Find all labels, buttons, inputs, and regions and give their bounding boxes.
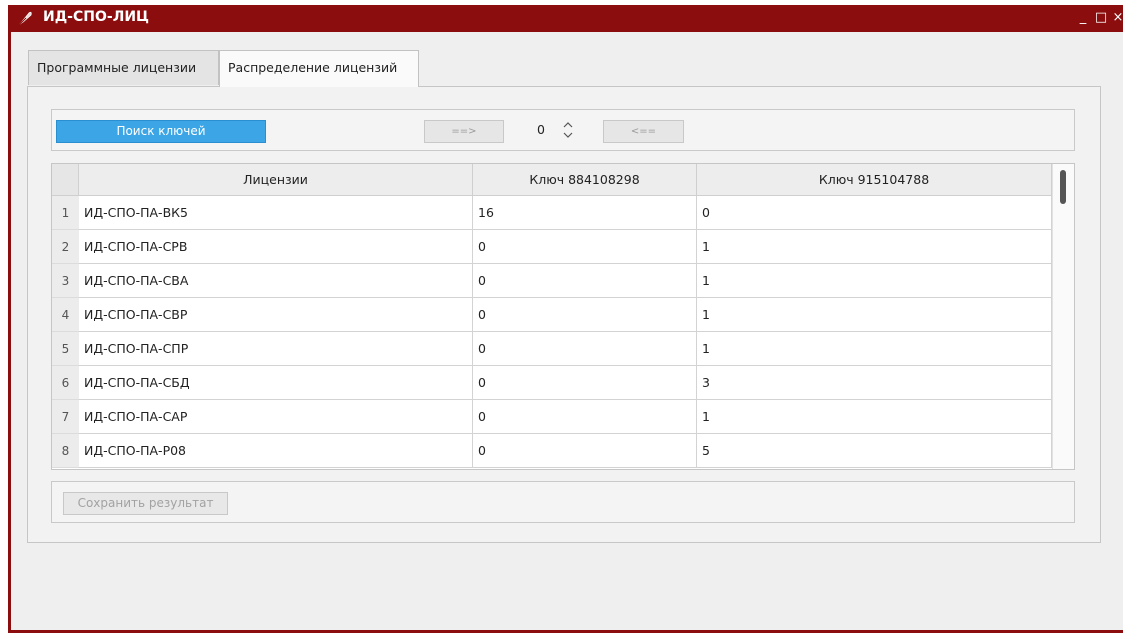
key1-cell[interactable]: 0 xyxy=(473,298,697,332)
minimize-button[interactable]: _ xyxy=(1075,9,1091,27)
title-bar[interactable]: ИД-СПО-ЛИЦ _ □ × xyxy=(11,5,1123,32)
table-row[interactable]: 8 ИД-СПО-ПА-Р08 0 5 xyxy=(52,434,1052,468)
column-header-licenses[interactable]: Лицензии xyxy=(79,164,473,196)
feather-icon xyxy=(19,11,32,25)
license-table: Лицензии Ключ 884108298 Ключ 915104788 1… xyxy=(51,163,1075,470)
key1-cell[interactable]: 0 xyxy=(473,434,697,468)
row-number: 2 xyxy=(52,230,79,264)
spinner-arrows-icon[interactable] xyxy=(561,119,575,141)
column-header-key-1[interactable]: Ключ 884108298 xyxy=(473,164,697,196)
save-result-button[interactable]: Сохранить результат xyxy=(63,492,228,515)
tab-license-distribution[interactable]: Распределение лицензий xyxy=(219,50,419,87)
vertical-scrollbar[interactable] xyxy=(1052,164,1074,469)
row-number: 3 xyxy=(52,264,79,298)
toolbar: Поиск ключей ==> 0 <== xyxy=(51,109,1075,151)
scrollbar-thumb[interactable] xyxy=(1060,170,1066,204)
search-keys-button[interactable]: Поиск ключей xyxy=(56,120,266,143)
key2-cell[interactable]: 5 xyxy=(697,434,1052,468)
license-cell[interactable]: ИД-СПО-ПА-СБД xyxy=(79,366,473,400)
key2-cell[interactable]: 1 xyxy=(697,230,1052,264)
license-cell[interactable]: ИД-СПО-ПА-СПР xyxy=(79,332,473,366)
maximize-button[interactable]: □ xyxy=(1093,9,1109,27)
tab-label: Распределение лицензий xyxy=(228,60,398,75)
window-title: ИД-СПО-ЛИЦ xyxy=(43,9,150,25)
key1-cell[interactable]: 0 xyxy=(473,400,697,434)
table-row[interactable]: 2 ИД-СПО-ПА-СРВ 0 1 xyxy=(52,230,1052,264)
footer-panel: Сохранить результат xyxy=(51,481,1075,523)
row-number: 7 xyxy=(52,400,79,434)
key2-cell[interactable]: 3 xyxy=(697,366,1052,400)
table-row[interactable]: 3 ИД-СПО-ПА-СВА 0 1 xyxy=(52,264,1052,298)
table-row[interactable]: 1 ИД-СПО-ПА-ВК5 16 0 xyxy=(52,196,1052,230)
row-number: 6 xyxy=(52,366,79,400)
key1-cell[interactable]: 0 xyxy=(473,264,697,298)
tab-software-licenses[interactable]: Программные лицензии xyxy=(28,50,219,85)
table-row[interactable]: 6 ИД-СПО-ПА-СБД 0 3 xyxy=(52,366,1052,400)
key2-cell[interactable]: 0 xyxy=(697,196,1052,230)
key1-cell[interactable]: 0 xyxy=(473,366,697,400)
license-cell[interactable]: ИД-СПО-ПА-Р08 xyxy=(79,434,473,468)
license-cell[interactable]: ИД-СПО-ПА-СРВ xyxy=(79,230,473,264)
license-cell[interactable]: ИД-СПО-ПА-СВР xyxy=(79,298,473,332)
key1-cell[interactable]: 0 xyxy=(473,332,697,366)
row-number: 1 xyxy=(52,196,79,230)
row-number: 5 xyxy=(52,332,79,366)
table-row[interactable]: 4 ИД-СПО-ПА-СВР 0 1 xyxy=(52,298,1052,332)
tab-panel: Поиск ключей ==> 0 <== Лицензии Ключ 884… xyxy=(27,86,1101,543)
key2-cell[interactable]: 1 xyxy=(697,264,1052,298)
license-cell[interactable]: ИД-СПО-ПА-ВК5 xyxy=(79,196,473,230)
back-button[interactable]: <== xyxy=(603,120,684,143)
forward-button[interactable]: ==> xyxy=(424,120,504,143)
table-corner xyxy=(52,164,79,196)
table-row[interactable]: 7 ИД-СПО-ПА-САР 0 1 xyxy=(52,400,1052,434)
license-cell[interactable]: ИД-СПО-ПА-САР xyxy=(79,400,473,434)
key2-cell[interactable]: 1 xyxy=(697,298,1052,332)
license-cell[interactable]: ИД-СПО-ПА-СВА xyxy=(79,264,473,298)
key1-cell[interactable]: 0 xyxy=(473,230,697,264)
tab-label: Программные лицензии xyxy=(37,60,197,75)
column-header-key-2[interactable]: Ключ 915104788 xyxy=(697,164,1052,196)
key2-cell[interactable]: 1 xyxy=(697,332,1052,366)
key1-cell[interactable]: 16 xyxy=(473,196,697,230)
row-number: 8 xyxy=(52,434,79,468)
close-button[interactable]: × xyxy=(1110,9,1123,27)
app-window: ИД-СПО-ЛИЦ _ □ × Программные лицензии Ра… xyxy=(8,5,1123,633)
key2-cell[interactable]: 1 xyxy=(697,400,1052,434)
row-number: 4 xyxy=(52,298,79,332)
spinner-value[interactable]: 0 xyxy=(537,122,545,137)
table-row[interactable]: 5 ИД-СПО-ПА-СПР 0 1 xyxy=(52,332,1052,366)
